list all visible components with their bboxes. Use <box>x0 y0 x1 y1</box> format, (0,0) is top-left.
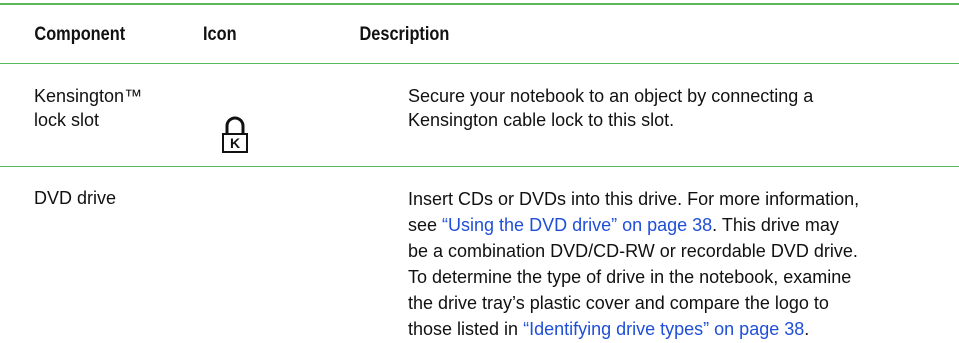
description-line: see “Using the DVD drive” on page 38. Th… <box>408 212 859 238</box>
identifying-drive-types-link[interactable]: “Identifying drive types” on page 38 <box>523 319 804 339</box>
row-divider <box>0 166 959 167</box>
description-line: To determine the type of drive in the no… <box>408 267 852 287</box>
description-text: . <box>804 319 810 339</box>
table-header-row: Component Icon Description <box>0 24 825 48</box>
component-line: DVD drive <box>34 188 117 208</box>
table-top-rule <box>0 3 959 5</box>
component-line: Kensington™ <box>34 86 143 106</box>
component-cell: DVD drive <box>34 186 116 210</box>
description-line: the drive tray’s plastic cover and compa… <box>408 293 829 313</box>
description-line: those listed in “Identifying drive types… <box>408 316 859 342</box>
component-cell: Kensington™ lock slot <box>34 84 142 132</box>
description-cell: Secure your notebook to an object by con… <box>408 84 813 132</box>
description-line: Secure your notebook to an object by con… <box>408 86 814 106</box>
description-line: be a combination DVD/CD-RW or recordable… <box>408 241 858 261</box>
description-text: . This drive may <box>712 215 839 235</box>
description-line: Kensington cable lock to this slot. <box>408 110 675 130</box>
kensington-lock-icon: K <box>221 116 249 154</box>
header-rule <box>0 63 959 64</box>
description-text: those listed in <box>408 319 524 339</box>
header-component: Component <box>34 24 126 45</box>
using-dvd-drive-link[interactable]: “Using the DVD drive” on page 38 <box>442 215 712 235</box>
component-line: lock slot <box>34 110 100 130</box>
description-line: Insert CDs or DVDs into this drive. For … <box>408 189 860 209</box>
description-text: see <box>408 215 443 235</box>
header-description: Description <box>359 24 450 45</box>
header-icon: Icon <box>202 24 237 45</box>
description-cell: Insert CDs or DVDs into this drive. For … <box>408 186 859 342</box>
lock-letter: K <box>230 135 240 151</box>
